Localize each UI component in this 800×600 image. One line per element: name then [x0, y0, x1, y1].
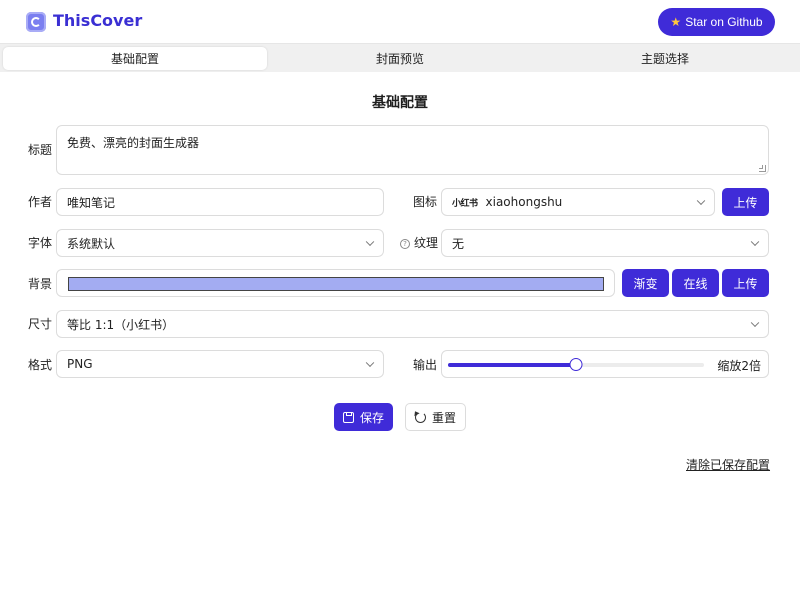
title-textarea[interactable]: 免费、漂亮的封面生成器 [56, 125, 769, 175]
clear-saved-config-link[interactable]: 清除已保存配置 [686, 456, 770, 473]
tab-theme-select[interactable]: 主题选择 [533, 47, 797, 70]
font-label: 字体 [28, 236, 53, 250]
icon-upload-button[interactable]: 上传 [722, 188, 769, 216]
icon-label: 图标 [413, 195, 438, 209]
star-on-github-button[interactable]: ★ Star on Github [658, 8, 775, 36]
tab-cover-preview[interactable]: 封面预览 [267, 47, 533, 70]
resize-handle-icon[interactable] [759, 165, 766, 172]
help-circle-icon[interactable]: ? [400, 239, 410, 249]
size-label: 尺寸 [28, 317, 53, 331]
slider-thumb[interactable] [569, 358, 583, 371]
section-title: 基础配置 [372, 95, 428, 111]
thiscover-logo-icon [26, 12, 46, 32]
xiaohongshu-icon: 小红书 [452, 198, 478, 209]
texture-label-group: ? 纹理 [400, 235, 438, 251]
background-label: 背景 [28, 277, 53, 291]
output-scale-value: 缩放2倍 [717, 359, 761, 373]
top-header: ThisCover ★ Star on Github [0, 0, 800, 44]
font-select-value: 系统默认 [67, 236, 116, 251]
title-label: 标题 [28, 143, 53, 157]
output-label: 输出 [413, 358, 438, 372]
tab-basic-config[interactable]: 基础配置 [3, 47, 267, 70]
chevron-down-icon [696, 196, 706, 206]
background-color-picker[interactable] [56, 269, 615, 297]
texture-select[interactable]: 无 [441, 229, 769, 257]
chevron-down-icon [750, 318, 760, 328]
author-input[interactable]: 唯知笔记 [56, 188, 384, 216]
format-label: 格式 [28, 358, 53, 372]
chevron-down-icon [750, 237, 760, 247]
texture-label: 纹理 [414, 236, 439, 250]
online-button[interactable]: 在线 [672, 269, 719, 297]
reset-label: 重置 [431, 410, 456, 425]
title-value: 免费、漂亮的封面生成器 [67, 136, 200, 150]
output-scale-control: 缩放2倍 [441, 350, 769, 378]
star-icon: ★ [670, 15, 682, 29]
size-select-value: 等比 1:1（小红书） [67, 317, 175, 332]
app-title: ThisCover [53, 11, 143, 30]
star-on-github-label: Star on Github [685, 15, 763, 29]
font-select[interactable]: 系统默认 [56, 229, 384, 257]
tab-bar: 基础配置 封面预览 主题选择 [0, 44, 800, 72]
output-scale-slider[interactable] [448, 358, 704, 371]
save-icon [342, 411, 354, 423]
save-button[interactable]: 保存 [334, 403, 393, 431]
slider-fill [448, 363, 576, 367]
background-color-swatch[interactable] [68, 277, 604, 291]
save-label: 保存 [359, 410, 384, 425]
icon-select[interactable]: 小红书 xiaohongshu [441, 188, 715, 216]
author-value: 唯知笔记 [67, 195, 116, 210]
chevron-down-icon [365, 358, 375, 368]
author-label: 作者 [28, 195, 53, 209]
reset-button[interactable]: 重置 [405, 403, 466, 431]
background-upload-button[interactable]: 上传 [722, 269, 769, 297]
gradient-button[interactable]: 渐变 [622, 269, 669, 297]
format-select[interactable]: PNG [56, 350, 384, 378]
texture-select-value: 无 [452, 236, 465, 251]
format-select-value: PNG [67, 357, 93, 371]
reset-icon [414, 411, 426, 423]
size-select[interactable]: 等比 1:1（小红书） [56, 310, 769, 338]
icon-select-value: xiaohongshu [485, 195, 563, 209]
chevron-down-icon [365, 237, 375, 247]
